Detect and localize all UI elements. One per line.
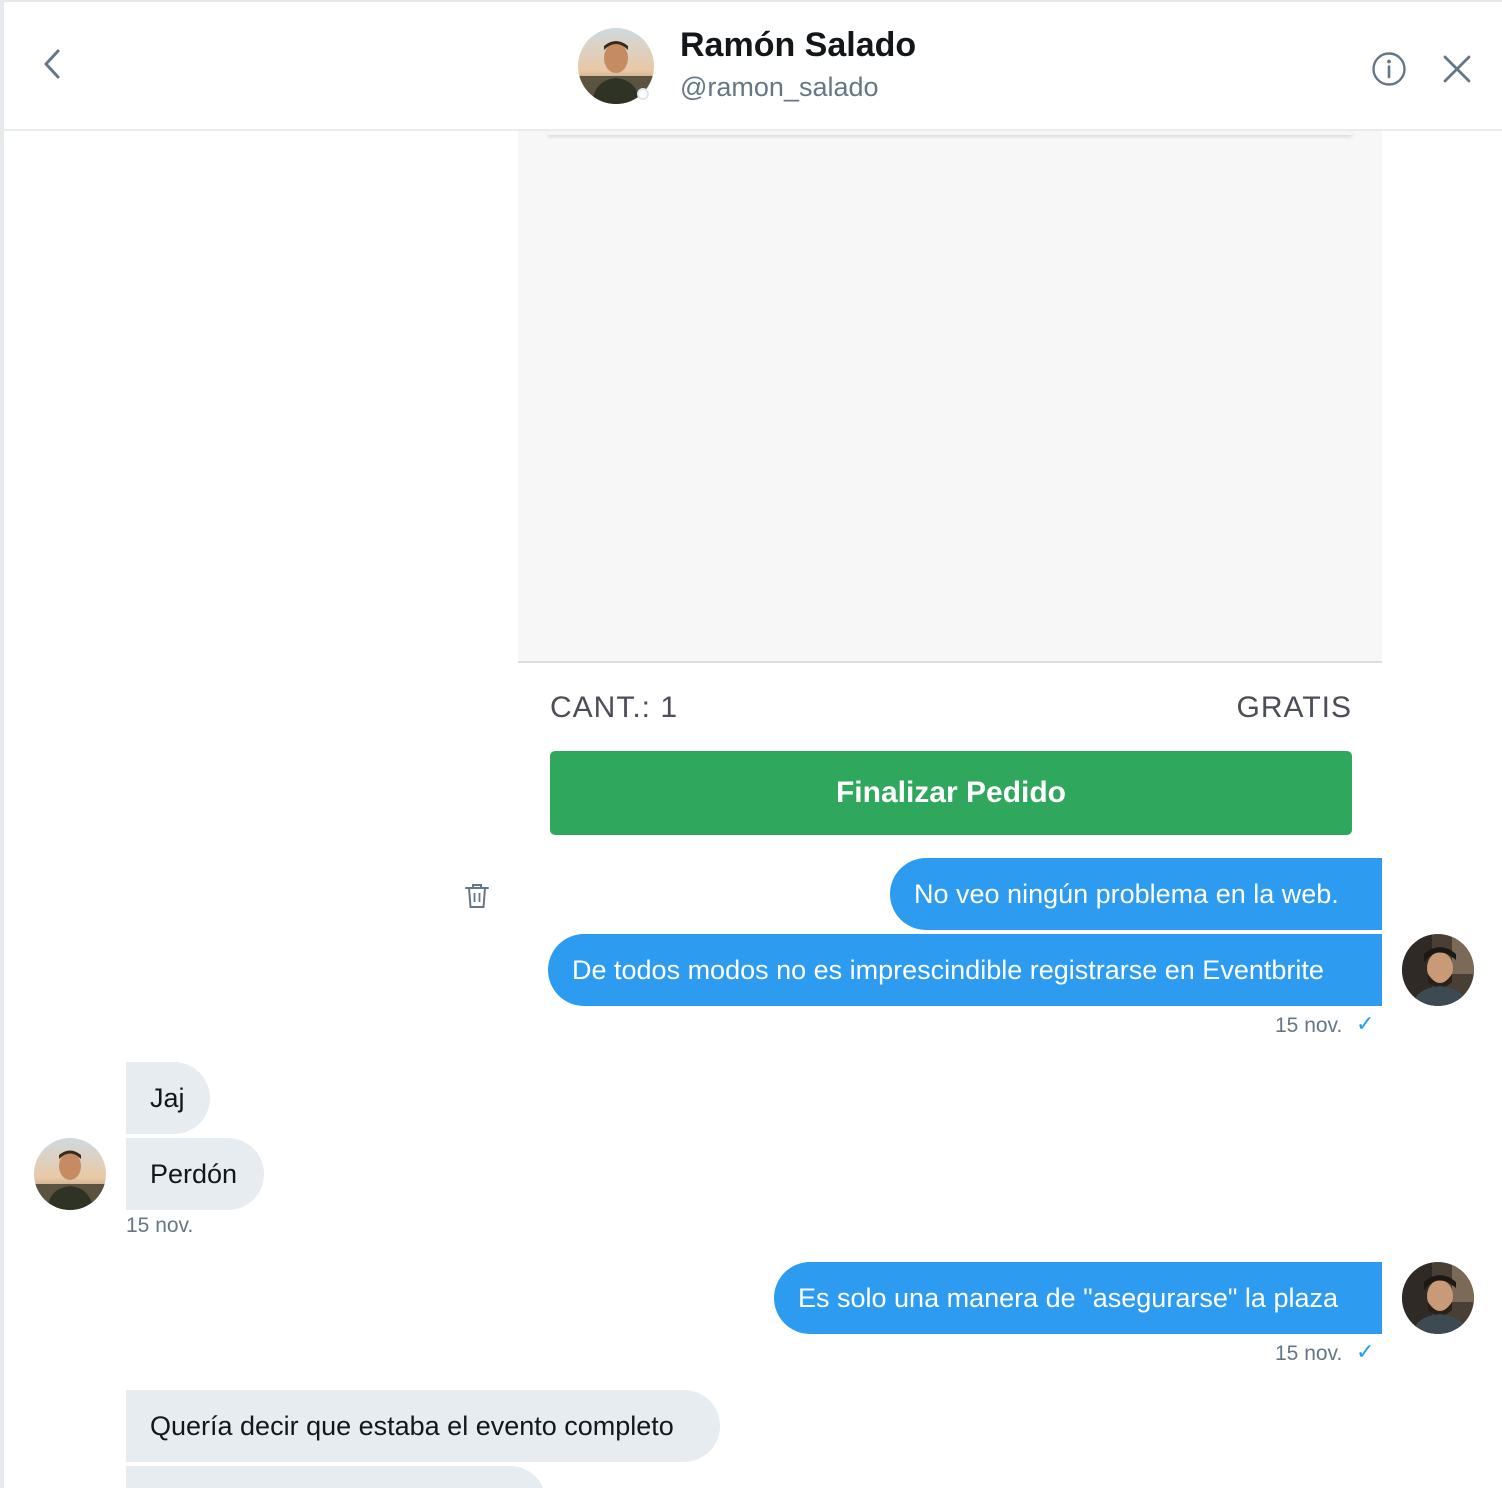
quantity-label: CANT.: 1 <box>550 691 679 724</box>
close-icon <box>1443 55 1471 83</box>
avatar[interactable] <box>34 1138 106 1210</box>
message-timestamp: 15 nov. <box>1275 1342 1343 1365</box>
message-bubble-received-partial[interactable] <box>126 1466 546 1488</box>
conversation-window: Ramón Salado @ramon_salado CANT.: 1 GRAT… <box>4 2 1502 1488</box>
event-card-footer: CANT.: 1 GRATIS Finalizar Pedido <box>518 663 1382 849</box>
trash-icon <box>465 884 489 908</box>
message-bubble-sent[interactable]: Es solo una manera de "asegurarse" la pl… <box>774 1262 1382 1334</box>
message-bubble-received[interactable]: Quería decir que estaba el evento comple… <box>126 1390 720 1462</box>
info-button[interactable] <box>1370 50 1408 88</box>
check-icon: ✓ <box>1356 1011 1375 1036</box>
message-bubble-sent[interactable]: No veo ningún problema en la web. <box>890 858 1382 930</box>
avatar[interactable] <box>1402 934 1474 1006</box>
contact-name: Ramón Salado <box>680 26 917 64</box>
avatar-photo <box>34 1138 106 1210</box>
contact-handle: @ramon_salado <box>680 72 879 102</box>
conversation-header: Ramón Salado @ramon_salado <box>4 2 1502 131</box>
check-icon: ✓ <box>1356 1339 1375 1364</box>
info-icon <box>1372 52 1406 86</box>
message-timestamp: 15 nov. <box>126 1214 194 1237</box>
avatar-photo <box>1402 934 1474 1006</box>
avatar[interactable] <box>1402 1262 1474 1334</box>
back-button[interactable] <box>34 40 70 88</box>
online-indicator <box>637 88 649 100</box>
finish-order-button[interactable]: Finalizar Pedido <box>550 751 1352 835</box>
message-bubble-received[interactable]: Perdón <box>126 1138 264 1210</box>
chevron-left-icon <box>44 49 60 79</box>
message-bubble-sent[interactable]: De todos modos no es imprescindible regi… <box>548 934 1382 1006</box>
message-timestamp: 15 nov. <box>1275 1014 1343 1037</box>
delete-message-button[interactable] <box>464 882 492 912</box>
event-card-preview <box>518 131 1382 663</box>
avatar-photo <box>1402 1262 1474 1334</box>
message-bubble-received[interactable]: Jaj <box>126 1062 210 1134</box>
embedded-frame-edge <box>548 131 1352 135</box>
price-label: GRATIS <box>1236 691 1352 724</box>
close-button[interactable] <box>1438 50 1476 88</box>
